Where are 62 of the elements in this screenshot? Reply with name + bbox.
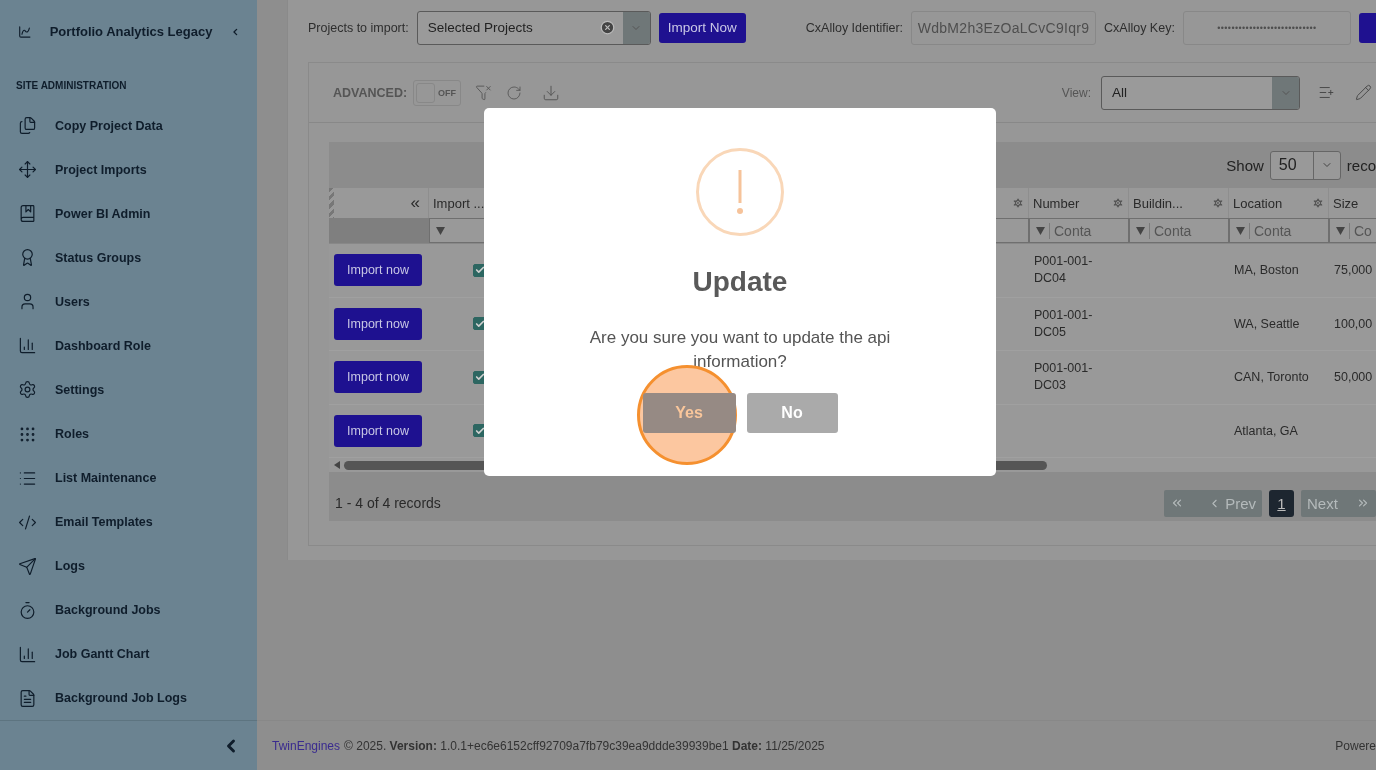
sidebar-item[interactable]: Status Groups xyxy=(0,235,257,280)
import-now-button[interactable]: Import now xyxy=(334,361,422,394)
sidebar-item[interactable]: Copy Project Data xyxy=(0,103,257,148)
collapse-columns-icon[interactable]: « xyxy=(410,193,424,213)
table-cell: WA, Seattle xyxy=(1234,316,1300,331)
sidebar-item[interactable]: Logs xyxy=(0,544,257,589)
sidebar-item[interactable]: Project Imports xyxy=(0,147,257,192)
sidebar-item[interactable]: Email Templates xyxy=(0,500,257,545)
table-cell: CAN, Toronto xyxy=(1234,370,1309,385)
field-label: Projects to import: xyxy=(308,20,409,35)
table-cell: 75,000 xyxy=(1334,263,1373,278)
column-title[interactable]: Number xyxy=(1033,195,1108,211)
view-label: View: xyxy=(1061,85,1091,100)
dialog-message: Are you sure you want to update the api information? xyxy=(588,327,892,373)
projects-select[interactable]: Selected Projects xyxy=(416,10,651,45)
field-label: CxAlloy Key: xyxy=(1104,20,1175,35)
field-label: CxAlloy Identifier: xyxy=(805,20,904,35)
sidebar-item[interactable]: Settings xyxy=(0,367,257,412)
filter-field[interactable]: Conta xyxy=(1149,222,1192,239)
key-field[interactable]: •••••••••••••••••••••••••••• xyxy=(1182,10,1351,45)
dialog-title: Update xyxy=(692,266,788,298)
table-cell-text: P001-001-DC05 xyxy=(1034,306,1094,341)
section-heading: SITE ADMINISTRATION xyxy=(16,79,128,93)
version-text: © 2025. Version: 1.0.1+ec6e6152cff92709a7fb79c39ea9ddde39939be1 Date: 11/25/2025 xyxy=(344,738,826,753)
import-now-button[interactable]: Import Now xyxy=(658,12,746,43)
records-label: reco xyxy=(1346,156,1376,174)
table-cell-text: P001-001-DC04 xyxy=(1034,253,1094,288)
sidebar-item[interactable]: Dashboard Role xyxy=(0,323,257,368)
advanced-label: ADVANCED: xyxy=(333,85,408,100)
identifier-field[interactable]: WdbM2h3EzOaLCvC9Iqr9 xyxy=(911,10,1097,45)
filter-field[interactable]: Conta xyxy=(1249,222,1292,239)
import-now-button[interactable]: Import now xyxy=(334,307,422,340)
company-link[interactable]: TwinEngines xyxy=(272,738,341,753)
sidebar-item[interactable]: Background Job Logs xyxy=(0,676,257,721)
sidebar-item[interactable]: Users xyxy=(0,279,257,324)
import-now-button[interactable]: Import now xyxy=(334,254,422,287)
sidebar-item[interactable]: Job Gantt Chart xyxy=(0,632,257,677)
table-cell-text: P001-001-DC03 xyxy=(1034,360,1094,395)
sidebar-item[interactable]: Roles xyxy=(0,412,257,457)
advanced-toggle[interactable]: OFF xyxy=(413,79,462,106)
table-cell: 100,00 xyxy=(1334,316,1373,331)
show-label: Show xyxy=(1226,156,1264,174)
import-now-button[interactable]: Import now xyxy=(334,414,422,447)
sidebar-item[interactable]: Background Jobs xyxy=(0,588,257,633)
app-title: Portfolio Analytics Legacy xyxy=(49,24,213,40)
yes-button[interactable]: Yes xyxy=(642,393,736,433)
table-cell: 50,000 xyxy=(1334,370,1373,385)
powered-text: Powere xyxy=(1335,738,1376,753)
column-title[interactable]: Buildin... xyxy=(1133,195,1208,211)
view-select[interactable]: All xyxy=(1101,75,1300,110)
no-button[interactable]: No xyxy=(746,393,838,433)
column-title[interactable]: Location xyxy=(1233,195,1308,211)
sidebar-item[interactable]: List Maintenance xyxy=(0,456,257,501)
page-size-select[interactable]: 50 xyxy=(1269,150,1341,180)
table-cell: MA, Boston xyxy=(1234,263,1299,278)
sidebar-item[interactable]: Power BI Admin xyxy=(0,191,257,236)
page-button[interactable]: 1 xyxy=(1269,489,1294,517)
column-title[interactable]: Size xyxy=(1333,195,1376,211)
records-count: 1 - 4 of 4 records xyxy=(335,495,442,511)
filter-field[interactable]: Conta xyxy=(1049,222,1092,239)
table-cell: Atlanta, GA xyxy=(1234,423,1298,438)
filter-field[interactable]: Co xyxy=(1349,222,1372,239)
